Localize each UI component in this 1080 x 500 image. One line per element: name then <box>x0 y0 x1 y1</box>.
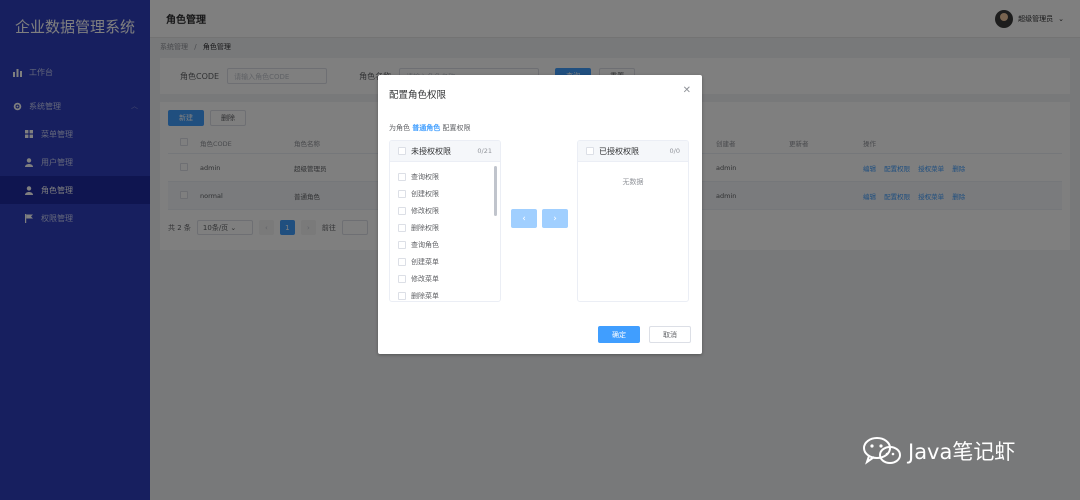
list-item[interactable]: 创建权限 <box>390 185 500 202</box>
list-item[interactable]: 修改菜单 <box>390 270 500 287</box>
item-checkbox[interactable] <box>398 240 406 249</box>
select-all-checkbox[interactable] <box>398 147 406 155</box>
list-item[interactable]: 修改权限 <box>390 202 500 219</box>
list-item[interactable]: 删除菜单 <box>390 287 500 301</box>
config-permission-dialog: 配置角色权限 ✕ 为角色 普通角色 配置权限 未授权权限 0/21 查询权限 创… <box>378 75 702 354</box>
move-right-button[interactable]: › <box>542 209 568 228</box>
dialog-subtitle: 为角色 普通角色 配置权限 <box>389 124 471 132</box>
item-checkbox[interactable] <box>398 291 406 300</box>
list-item[interactable]: 删除权限 <box>390 219 500 236</box>
panel-list: 无数据 <box>578 162 688 301</box>
panel-count: 0/21 <box>477 147 492 155</box>
item-checkbox[interactable] <box>398 189 406 198</box>
move-left-button[interactable]: ‹ <box>511 209 537 228</box>
panel-header: 已授权权限 0/0 <box>578 141 688 162</box>
confirm-button[interactable]: 确定 <box>598 326 640 343</box>
panel-header: 未授权权限 0/21 <box>390 141 500 162</box>
panel-title: 未授权权限 <box>411 146 451 156</box>
item-checkbox[interactable] <box>398 172 406 181</box>
unauthorized-panel: 未授权权限 0/21 查询权限 创建权限 修改权限 删除权限 查询角色 创建菜单… <box>389 140 501 302</box>
select-all-checkbox[interactable] <box>586 147 594 155</box>
wechat-icon <box>862 436 902 466</box>
dialog-title: 配置角色权限 <box>389 90 447 101</box>
item-checkbox[interactable] <box>398 206 406 215</box>
list-item[interactable]: 创建菜单 <box>390 253 500 270</box>
panel-count: 0/0 <box>669 147 680 155</box>
panel-title: 已授权权限 <box>599 146 639 156</box>
item-checkbox[interactable] <box>398 223 406 232</box>
list-item[interactable]: 查询权限 <box>390 168 500 185</box>
role-name: 普通角色 <box>412 124 441 132</box>
scrollbar[interactable] <box>494 166 497 216</box>
panel-list: 查询权限 创建权限 修改权限 删除权限 查询角色 创建菜单 修改菜单 删除菜单 <box>390 162 500 301</box>
item-checkbox[interactable] <box>398 257 406 266</box>
cancel-button[interactable]: 取消 <box>649 326 691 343</box>
item-checkbox[interactable] <box>398 274 406 283</box>
authorized-panel: 已授权权限 0/0 无数据 <box>577 140 689 302</box>
watermark-text: Java笔记虾 <box>908 440 1016 464</box>
empty-text: 无数据 <box>622 178 644 186</box>
list-item[interactable]: 查询角色 <box>390 236 500 253</box>
watermark: Java笔记虾 <box>862 436 1015 466</box>
close-icon[interactable]: ✕ <box>683 85 691 96</box>
